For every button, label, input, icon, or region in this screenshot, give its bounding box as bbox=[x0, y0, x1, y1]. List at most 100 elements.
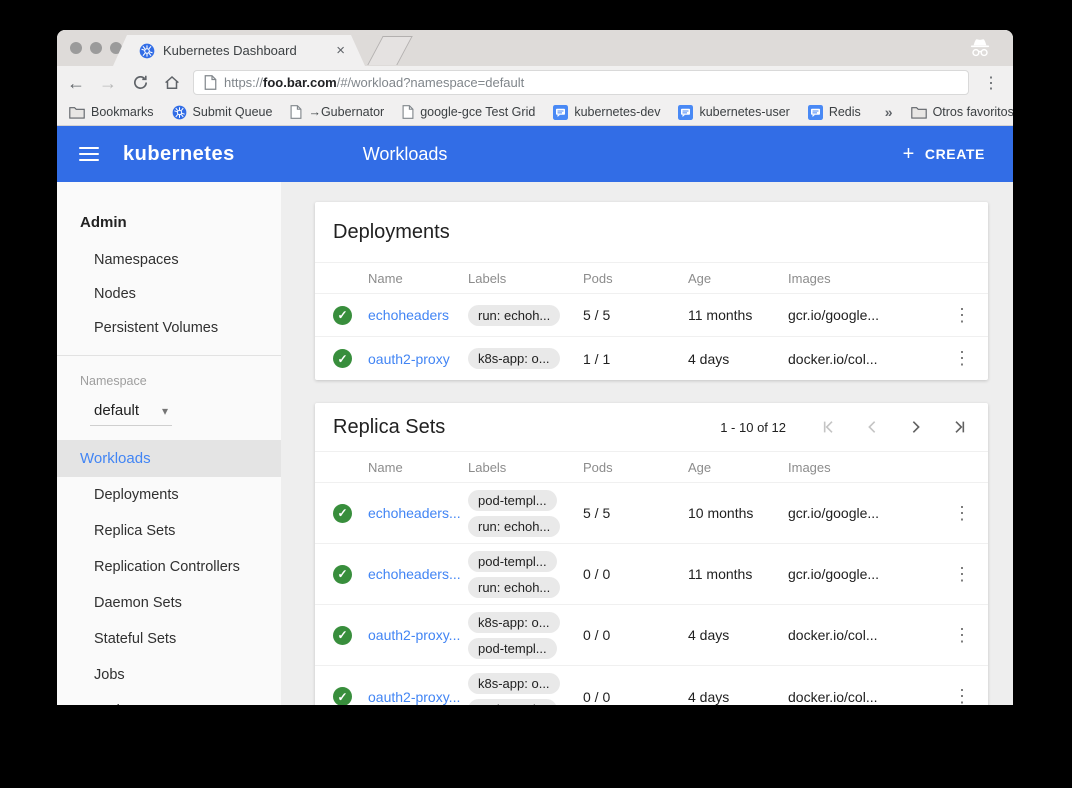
table-row: ✓ oauth2-proxy... k8s-app: o...pod-templ… bbox=[315, 666, 988, 705]
resource-name-link[interactable]: oauth2-proxy... bbox=[368, 689, 468, 705]
other-bookmarks-folder[interactable]: Otros favoritos bbox=[911, 105, 1013, 119]
row-menu-icon[interactable]: ⋮ bbox=[942, 305, 982, 326]
bookmarks-overflow-icon[interactable]: » bbox=[885, 104, 893, 120]
sidebar-item[interactable]: Workloads bbox=[57, 440, 281, 477]
bookmark-label: →Gubernator bbox=[308, 105, 384, 119]
resource-name-link[interactable]: echoheaders bbox=[368, 307, 468, 323]
resource-name-link[interactable]: echoheaders... bbox=[368, 505, 468, 521]
create-button-label: CREATE bbox=[925, 146, 985, 162]
row-menu-icon[interactable]: ⋮ bbox=[942, 686, 982, 705]
sidebar-item[interactable]: Nodes bbox=[57, 277, 281, 311]
row-menu-icon[interactable]: ⋮ bbox=[942, 348, 982, 369]
chevron-down-icon: ▾ bbox=[162, 404, 168, 418]
sidebar-workload-items: WorkloadsDeploymentsReplica SetsReplicat… bbox=[57, 440, 281, 705]
bookmark-item[interactable]: google-gce Test Grid bbox=[402, 105, 535, 119]
pods-cell: 0 / 0 bbox=[583, 689, 688, 705]
sidebar-item[interactable]: Jobs bbox=[57, 657, 281, 693]
status-ok-icon: ✓ bbox=[333, 687, 352, 705]
chat-icon bbox=[808, 105, 823, 120]
bookmark-item[interactable]: Redis bbox=[808, 105, 861, 120]
previous-page-icon[interactable] bbox=[862, 417, 882, 437]
sidebar-item[interactable]: Daemon Sets bbox=[57, 585, 281, 621]
label-chip: pod-templ... bbox=[468, 490, 557, 511]
tab-close-icon[interactable]: × bbox=[336, 42, 345, 59]
pods-cell: 0 / 0 bbox=[583, 627, 688, 643]
plus-icon: + bbox=[903, 143, 915, 166]
labels-cell: k8s-app: o...pod-templ... bbox=[468, 673, 583, 705]
url-text: https://foo.bar.com/#/workload?namespace… bbox=[224, 75, 524, 90]
other-bookmarks-label: Otros favoritos bbox=[933, 105, 1013, 119]
url-bar[interactable]: https://foo.bar.com/#/workload?namespace… bbox=[193, 70, 969, 95]
browser-tab[interactable]: Kubernetes Dashboard × bbox=[113, 35, 365, 66]
status-ok-icon: ✓ bbox=[333, 504, 352, 523]
new-tab-button[interactable] bbox=[367, 36, 412, 65]
minimize-window-button[interactable] bbox=[90, 42, 102, 54]
sidebar-item[interactable]: Replication Controllers bbox=[57, 549, 281, 585]
age-cell: 4 days bbox=[688, 689, 788, 705]
sidebar-item[interactable]: Deployments bbox=[57, 477, 281, 513]
namespace-select[interactable]: default ▾ bbox=[90, 398, 172, 426]
replica-sets-table-header: Name Labels Pods Age Images bbox=[315, 451, 988, 483]
sidebar-header-admin: Admin bbox=[57, 202, 281, 243]
bookmark-label: Redis bbox=[829, 105, 861, 119]
namespace-value: default bbox=[94, 402, 139, 419]
reload-button[interactable] bbox=[129, 72, 151, 94]
chat-icon bbox=[553, 105, 568, 120]
traffic-lights[interactable] bbox=[70, 42, 122, 54]
status-ok-icon: ✓ bbox=[333, 306, 352, 325]
app-logo: kubernetes bbox=[123, 143, 235, 166]
col-header-pods: Pods bbox=[583, 271, 688, 286]
col-header-age: Age bbox=[688, 271, 788, 286]
labels-cell: k8s-app: o... bbox=[468, 348, 583, 369]
page-title: Workloads bbox=[363, 144, 448, 165]
browser-menu-icon[interactable]: ⋮ bbox=[979, 73, 1003, 93]
chat-icon bbox=[678, 105, 693, 120]
col-header-name: Name bbox=[368, 460, 468, 475]
pods-cell: 5 / 5 bbox=[583, 505, 688, 521]
labels-cell: run: echoh... bbox=[468, 305, 583, 326]
table-row: ✓ oauth2-proxy k8s-app: o... 1 / 1 4 day… bbox=[315, 337, 988, 380]
resource-name-link[interactable]: oauth2-proxy... bbox=[368, 627, 468, 643]
sidebar-item[interactable]: Pods bbox=[57, 693, 281, 705]
sidebar-item[interactable]: Stateful Sets bbox=[57, 621, 281, 657]
bookmark-item[interactable]: kubernetes-dev bbox=[553, 105, 660, 120]
menu-hamburger-icon[interactable] bbox=[79, 147, 99, 161]
images-cell: gcr.io/google... bbox=[788, 566, 942, 582]
bookmark-item[interactable]: →Gubernator bbox=[290, 105, 384, 119]
sidebar: Admin NamespacesNodesPersistent Volumes … bbox=[57, 182, 281, 705]
close-window-button[interactable] bbox=[70, 42, 82, 54]
images-cell: docker.io/col... bbox=[788, 689, 942, 705]
labels-cell: pod-templ...run: echoh... bbox=[468, 551, 583, 598]
resource-name-link[interactable]: echoheaders... bbox=[368, 566, 468, 582]
bookmark-item[interactable]: Bookmarks bbox=[69, 105, 154, 119]
pagination-label: 1 - 10 of 12 bbox=[720, 420, 786, 435]
images-cell: docker.io/col... bbox=[788, 627, 942, 643]
replica-sets-card: Replica Sets 1 - 10 of 12 bbox=[315, 403, 988, 705]
card-title: Replica Sets bbox=[333, 416, 445, 439]
content-area: Admin NamespacesNodesPersistent Volumes … bbox=[57, 182, 1013, 705]
resource-name-link[interactable]: oauth2-proxy bbox=[368, 351, 468, 367]
create-button[interactable]: + CREATE bbox=[903, 143, 985, 166]
bookmark-label: kubernetes-user bbox=[699, 105, 789, 119]
bookmark-label: kubernetes-dev bbox=[574, 105, 660, 119]
next-page-icon[interactable] bbox=[906, 417, 926, 437]
row-menu-icon[interactable]: ⋮ bbox=[942, 625, 982, 646]
sidebar-item[interactable]: Persistent Volumes bbox=[57, 311, 281, 345]
sidebar-item[interactable]: Replica Sets bbox=[57, 513, 281, 549]
status-ok-icon: ✓ bbox=[333, 626, 352, 645]
last-page-icon[interactable] bbox=[950, 417, 970, 437]
age-cell: 4 days bbox=[688, 627, 788, 643]
folder-icon bbox=[911, 106, 927, 119]
sidebar-item[interactable]: Namespaces bbox=[57, 243, 281, 277]
back-button[interactable]: ← bbox=[65, 72, 87, 94]
row-menu-icon[interactable]: ⋮ bbox=[942, 503, 982, 524]
forward-button[interactable]: → bbox=[97, 72, 119, 94]
bookmark-item[interactable]: Submit Queue bbox=[172, 105, 273, 120]
first-page-icon[interactable] bbox=[818, 417, 838, 437]
home-button[interactable] bbox=[161, 72, 183, 94]
browser-window: Kubernetes Dashboard × ← → bbox=[57, 30, 1013, 705]
row-menu-icon[interactable]: ⋮ bbox=[942, 564, 982, 585]
kubernetes-icon bbox=[172, 105, 187, 120]
app-header: kubernetes Workloads + CREATE bbox=[57, 126, 1013, 182]
bookmark-item[interactable]: kubernetes-user bbox=[678, 105, 789, 120]
